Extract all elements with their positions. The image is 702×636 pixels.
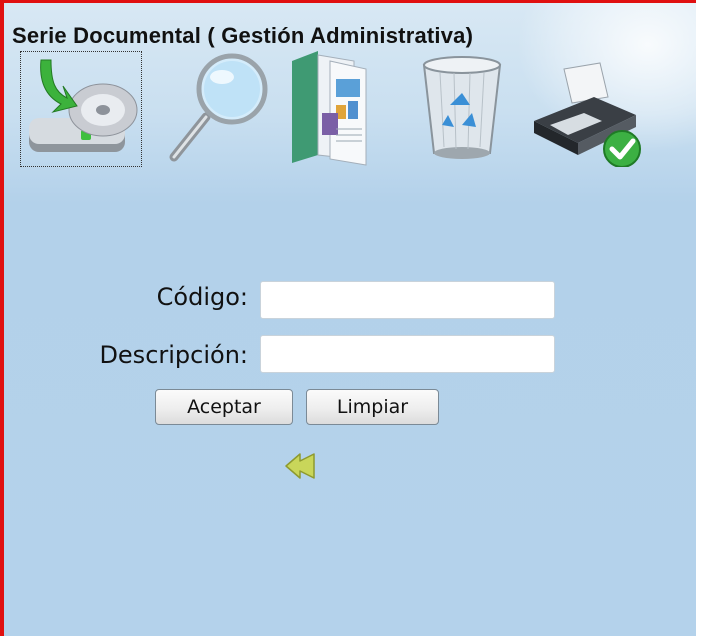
- accept-button[interactable]: Aceptar: [155, 389, 293, 425]
- toolbar-delete-button[interactable]: [410, 51, 532, 167]
- descripcion-input[interactable]: [260, 335, 555, 373]
- toolbar: [16, 51, 676, 171]
- back-button[interactable]: [284, 451, 318, 481]
- codigo-input[interactable]: [260, 281, 555, 319]
- search-magnifier-icon: [169, 53, 268, 162]
- app-window: Serie Documental ( Gestión Administrativ…: [0, 0, 696, 636]
- printer-check-icon: [534, 62, 641, 167]
- report-document-icon: [292, 51, 367, 166]
- toolbar-print-button[interactable]: [528, 51, 650, 167]
- double-left-arrow-icon: [285, 453, 315, 479]
- descripcion-label: Descripción:: [99, 341, 248, 369]
- recycle-bin-icon: [422, 56, 502, 159]
- toolbar-search-button[interactable]: [160, 51, 282, 167]
- toolbar-save-button[interactable]: [20, 51, 142, 167]
- toolbar-report-button[interactable]: [278, 51, 400, 167]
- clear-button[interactable]: Limpiar: [306, 389, 439, 425]
- page-title: Serie Documental ( Gestión Administrativ…: [12, 23, 474, 48]
- save-disk-icon: [29, 59, 138, 152]
- codigo-label: Código:: [156, 283, 248, 311]
